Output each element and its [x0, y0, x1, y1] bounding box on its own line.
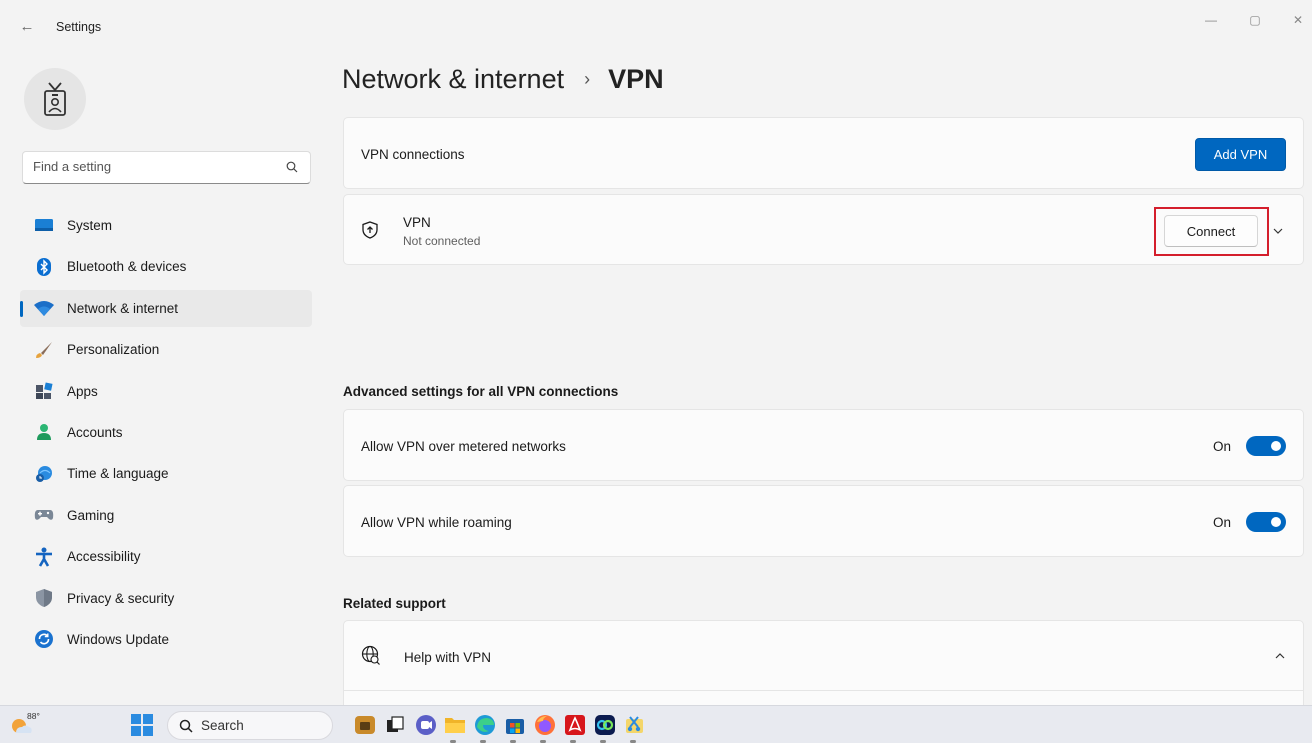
vpn-connections-label: VPN connections: [361, 147, 465, 162]
snipping-tool-icon[interactable]: [623, 713, 647, 737]
toggle-state-label: On: [1212, 514, 1231, 530]
breadcrumb-separator: ›: [584, 69, 591, 89]
breadcrumb-parent[interactable]: Network & internet: [342, 64, 564, 95]
sidebar-nav: System Bluetooth & devices Network & int…: [20, 207, 312, 662]
accounts-icon: [34, 422, 54, 442]
acrobat-reader-icon[interactable]: [563, 713, 587, 737]
minimize-button[interactable]: —: [1196, 10, 1226, 30]
vpn-status: Not connected: [403, 234, 481, 248]
sidebar-item-label: Accounts: [67, 424, 123, 440]
start-windows-icon[interactable]: [130, 713, 154, 737]
webex-icon[interactable]: [593, 713, 617, 737]
metered-setting-card: Allow VPN over metered networks On: [343, 409, 1304, 481]
firefox-icon[interactable]: [533, 713, 557, 737]
system-icon: [34, 216, 54, 236]
metered-toggle-group: On: [1213, 436, 1286, 456]
avatar[interactable]: [24, 68, 86, 130]
advanced-settings-title: Advanced settings for all VPN connection…: [343, 384, 619, 399]
app-title: Settings: [56, 20, 102, 34]
page-title: VPN: [608, 64, 664, 94]
sidebar-item-label: Apps: [67, 383, 98, 399]
roaming-toggle-group: On: [1213, 512, 1286, 532]
toggle-state-label: On: [1212, 438, 1231, 454]
sidebar-item-label: Windows Update: [67, 631, 170, 647]
metered-setting-label: Allow VPN over metered networks: [361, 439, 566, 454]
maximize-button[interactable]: ▢: [1240, 10, 1270, 30]
vpn-name: VPN: [403, 215, 431, 230]
related-support-title: Related support: [343, 596, 446, 611]
sidebar-item-label: Privacy & security: [67, 590, 175, 606]
roaming-setting-label: Allow VPN while roaming: [361, 515, 512, 530]
sidebar-item-network[interactable]: Network & internet: [20, 289, 312, 327]
shield-icon: [34, 588, 54, 608]
roaming-setting-card: Allow VPN while roaming On: [343, 485, 1304, 557]
sidebar-item-label: Personalization: [67, 342, 160, 358]
search-icon: [286, 161, 298, 173]
sidebar-item-bluetooth[interactable]: Bluetooth & devices: [20, 248, 312, 285]
sidebar-item-label: Time & language: [67, 466, 169, 482]
sidebar-item-gaming[interactable]: Gaming: [20, 497, 312, 534]
sidebar-item-accounts[interactable]: Accounts: [20, 414, 312, 451]
file-explorer-icon[interactable]: [443, 713, 467, 737]
sidebar-item-time-language[interactable]: Time & language: [20, 455, 312, 492]
sidebar-item-label: Bluetooth & devices: [67, 259, 187, 275]
search-input[interactable]: [33, 159, 273, 174]
weather-temperature: 88°: [27, 711, 40, 721]
toggle-knob: [1271, 441, 1281, 451]
sidebar-item-accessibility[interactable]: Accessibility: [20, 538, 312, 575]
taskbar: 88° Search: [0, 705, 1312, 743]
taskbar-search-label: Search: [201, 718, 244, 733]
sidebar-item-label: System: [67, 218, 113, 233]
sidebar-item-label: Network & internet: [67, 300, 179, 316]
vpn-connections-card: VPN connections Add VPN: [343, 117, 1304, 189]
metered-toggle[interactable]: [1246, 436, 1286, 456]
apps-icon: [34, 381, 54, 401]
teams-chat-icon[interactable]: [414, 713, 438, 737]
sidebar-item-label: Accessibility: [67, 549, 141, 565]
sidebar-item-privacy[interactable]: Privacy & security: [20, 580, 312, 617]
back-arrow-icon[interactable]: ←: [18, 18, 36, 36]
sidebar-item-windows-update[interactable]: Windows Update: [20, 621, 312, 658]
task-view-icon[interactable]: [383, 713, 407, 737]
chevron-up-icon[interactable]: [1273, 649, 1287, 663]
connect-button[interactable]: Connect: [1164, 215, 1258, 247]
sidebar-item-label: Gaming: [67, 507, 115, 523]
brush-icon: [34, 340, 54, 360]
add-vpn-button[interactable]: Add VPN: [1195, 138, 1286, 171]
user-badge-icon: [44, 82, 66, 116]
chevron-down-icon[interactable]: [1271, 224, 1285, 238]
close-button[interactable]: ✕: [1283, 10, 1312, 30]
accessibility-icon: [34, 547, 54, 567]
vpn-entry-card[interactable]: VPN Not connected Connect: [343, 194, 1304, 265]
wifi-icon: [34, 298, 54, 318]
sidebar-item-system[interactable]: System: [20, 207, 312, 244]
card-divider: [344, 690, 1303, 691]
roaming-toggle[interactable]: [1246, 512, 1286, 532]
globe-clock-icon: [34, 464, 54, 484]
globe-help-icon: [361, 645, 380, 665]
bluetooth-icon: [34, 257, 54, 277]
search-icon: [179, 719, 193, 733]
gamepad-icon: [34, 505, 54, 525]
edge-browser-icon[interactable]: [473, 713, 497, 737]
find-setting-search[interactable]: [22, 151, 311, 184]
microsoft-store-icon[interactable]: [503, 713, 527, 737]
sidebar-item-apps[interactable]: Apps: [20, 373, 312, 410]
vpn-shield-icon: [362, 221, 378, 239]
help-vpn-card[interactable]: Help with VPN: [343, 620, 1304, 710]
taskbar-search[interactable]: Search: [167, 711, 333, 740]
sidebar-item-personalization[interactable]: Personalization: [20, 331, 312, 368]
update-icon: [34, 629, 54, 649]
title-bar: ← Settings — ▢ ✕: [0, 0, 1312, 56]
breadcrumb: Network & internet › VPN: [342, 64, 664, 95]
help-vpn-label: Help with VPN: [404, 650, 492, 665]
widgets-icon[interactable]: [353, 713, 377, 737]
toggle-knob: [1271, 517, 1281, 527]
